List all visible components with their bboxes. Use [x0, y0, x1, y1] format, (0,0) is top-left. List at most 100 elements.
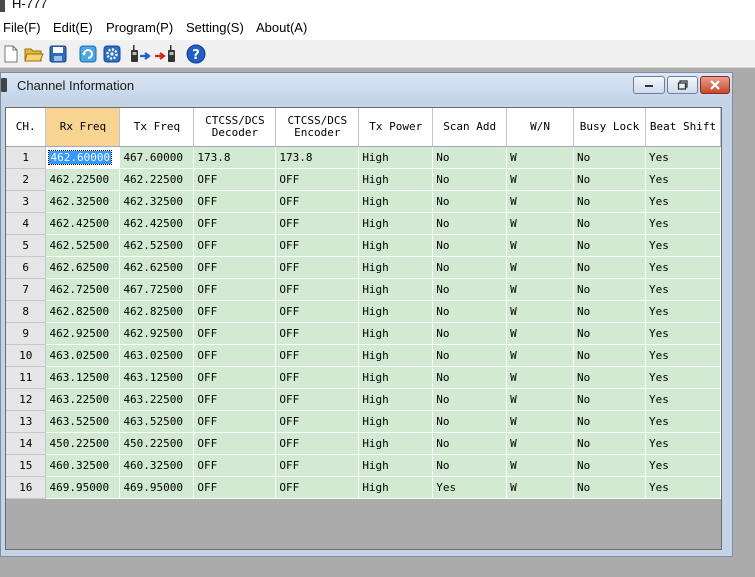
table-cell[interactable]: High [358, 234, 434, 257]
menu-about[interactable]: About(A) [256, 20, 307, 35]
table-cell[interactable]: OFF [275, 344, 360, 367]
column-header[interactable]: Busy Lock [573, 108, 646, 147]
table-cell[interactable]: 462.62500 [119, 256, 195, 279]
table-cell[interactable]: Yes [645, 146, 721, 169]
table-cell[interactable]: No [573, 322, 646, 345]
table-cell[interactable]: OFF [193, 278, 277, 301]
table-cell[interactable]: 460.32500 [119, 454, 195, 477]
table-cell[interactable]: Yes [645, 300, 721, 323]
menu-program[interactable]: Program(P) [106, 20, 173, 35]
table-cell[interactable]: W [506, 168, 575, 191]
table-cell[interactable]: 463.02500 [119, 344, 195, 367]
table-cell[interactable]: No [432, 322, 508, 345]
table-cell[interactable]: High [358, 476, 434, 499]
table-cell[interactable]: W [506, 344, 575, 367]
channel-number-cell[interactable]: 2 [6, 168, 47, 191]
table-cell[interactable]: OFF [275, 234, 360, 257]
table-cell[interactable]: OFF [193, 300, 277, 323]
table-cell[interactable]: 462.82500 [119, 300, 195, 323]
table-cell[interactable]: High [358, 432, 434, 455]
table-cell[interactable]: OFF [193, 432, 277, 455]
table-cell[interactable]: OFF [275, 300, 360, 323]
table-cell[interactable]: W [506, 256, 575, 279]
table-cell[interactable]: High [358, 322, 434, 345]
table-cell[interactable]: Yes [645, 278, 721, 301]
table-cell[interactable]: W [506, 146, 575, 169]
table-cell[interactable]: Yes [645, 432, 721, 455]
column-header[interactable]: W/N [506, 108, 575, 147]
column-header[interactable]: CTCSS/DCS Decoder [193, 108, 277, 147]
channel-number-cell[interactable]: 4 [6, 212, 47, 235]
table-cell[interactable]: 173.8 [275, 146, 360, 169]
table-cell[interactable]: 467.60000 [119, 146, 195, 169]
table-cell[interactable]: W [506, 234, 575, 257]
table-cell[interactable]: 467.72500 [119, 278, 195, 301]
table-cell[interactable]: OFF [275, 322, 360, 345]
column-header[interactable]: Scan Add [432, 108, 508, 147]
table-cell[interactable]: Yes [645, 212, 721, 235]
refresh-icon[interactable] [77, 43, 99, 65]
read-from-radio-icon[interactable] [128, 43, 154, 65]
table-cell[interactable]: OFF [275, 366, 360, 389]
table-cell[interactable]: OFF [193, 168, 277, 191]
channel-number-cell[interactable]: 7 [6, 278, 47, 301]
table-cell[interactable]: No [573, 410, 646, 433]
save-icon[interactable] [47, 43, 69, 65]
table-cell[interactable]: No [573, 168, 646, 191]
table-cell[interactable]: No [573, 300, 646, 323]
restore-button[interactable] [667, 76, 698, 94]
write-to-radio-icon[interactable] [154, 43, 180, 65]
table-cell[interactable]: OFF [275, 388, 360, 411]
table-cell[interactable]: 462.22500 [119, 168, 195, 191]
table-cell[interactable]: W [506, 454, 575, 477]
channel-number-cell[interactable]: 14 [6, 432, 47, 455]
table-cell[interactable]: OFF [193, 388, 277, 411]
table-cell[interactable]: 450.22500 [119, 432, 195, 455]
table-cell[interactable]: W [506, 432, 575, 455]
table-cell[interactable]: 463.52500 [119, 410, 195, 433]
table-cell[interactable]: 462.22500 [45, 168, 121, 191]
channel-number-cell[interactable]: 10 [6, 344, 47, 367]
table-cell[interactable]: No [432, 256, 508, 279]
table-cell[interactable]: No [432, 300, 508, 323]
channel-number-cell[interactable]: 8 [6, 300, 47, 323]
table-cell[interactable]: High [358, 278, 434, 301]
table-cell[interactable]: OFF [193, 212, 277, 235]
table-cell[interactable]: 173.8 [193, 146, 277, 169]
table-cell[interactable]: 463.12500 [119, 366, 195, 389]
table-cell[interactable]: 462.82500 [45, 300, 121, 323]
table-cell[interactable]: 462.32500 [119, 190, 195, 213]
table-cell[interactable]: No [573, 476, 646, 499]
window-titlebar[interactable]: Channel Information [1, 73, 732, 99]
channel-number-cell[interactable]: 3 [6, 190, 47, 213]
close-button[interactable] [700, 76, 730, 94]
table-cell[interactable]: 463.22500 [45, 388, 121, 411]
table-cell[interactable]: Yes [645, 168, 721, 191]
table-cell[interactable]: OFF [193, 190, 277, 213]
table-cell[interactable]: Yes [645, 366, 721, 389]
table-cell[interactable]: No [573, 234, 646, 257]
table-cell[interactable]: W [506, 278, 575, 301]
table-cell[interactable]: 462.42500 [119, 212, 195, 235]
table-cell[interactable]: OFF [193, 410, 277, 433]
table-cell[interactable]: No [432, 190, 508, 213]
channel-number-cell[interactable]: 12 [6, 388, 47, 411]
selected-cell-value[interactable]: 462.60000 [48, 149, 113, 165]
table-cell[interactable]: No [432, 410, 508, 433]
table-cell[interactable]: No [432, 432, 508, 455]
table-cell[interactable]: OFF [193, 476, 277, 499]
menu-edit[interactable]: Edit(E) [53, 20, 93, 35]
table-cell[interactable]: No [573, 212, 646, 235]
table-cell[interactable]: 463.02500 [45, 344, 121, 367]
table-cell[interactable]: High [358, 410, 434, 433]
table-cell[interactable]: High [358, 344, 434, 367]
table-cell[interactable]: OFF [275, 410, 360, 433]
minimize-button[interactable] [633, 76, 665, 94]
table-cell[interactable]: W [506, 388, 575, 411]
table-cell[interactable]: OFF [275, 432, 360, 455]
table-cell[interactable]: OFF [275, 190, 360, 213]
table-cell[interactable]: 462.60000 [45, 146, 121, 169]
table-cell[interactable]: 450.22500 [45, 432, 121, 455]
settings-icon[interactable] [101, 43, 123, 65]
table-cell[interactable]: OFF [193, 234, 277, 257]
